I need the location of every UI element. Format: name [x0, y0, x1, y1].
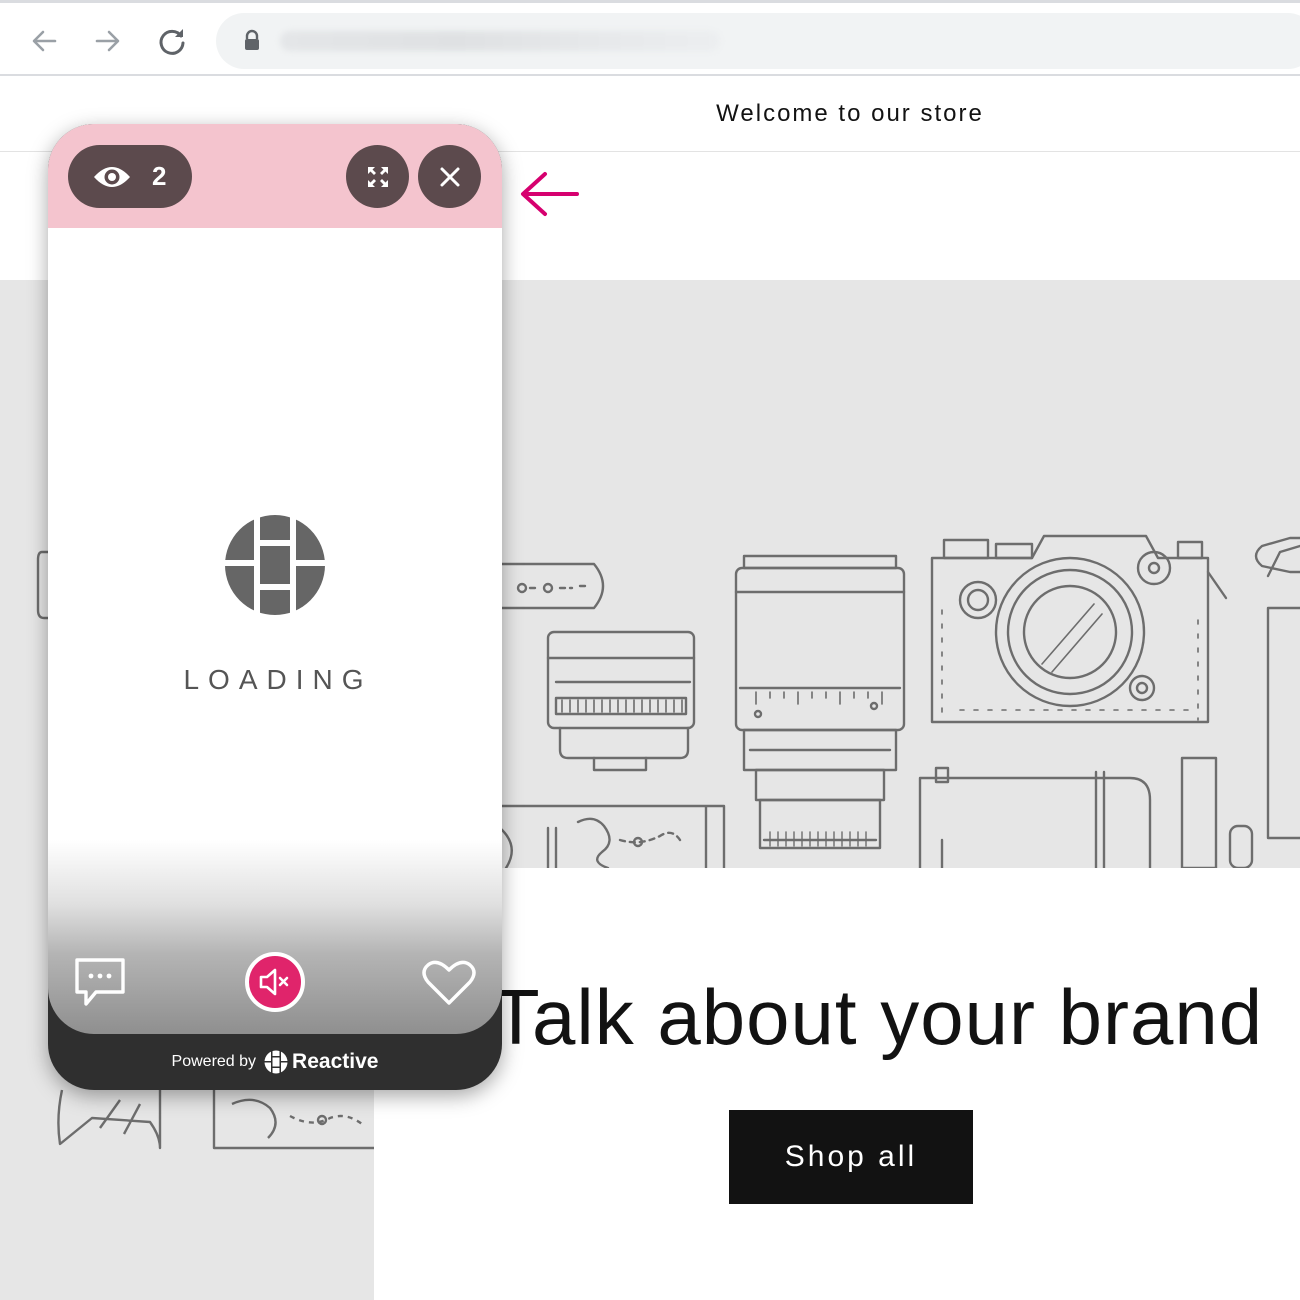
arrow-left-icon: [32, 30, 57, 52]
shop-all-button[interactable]: Shop all: [729, 1110, 973, 1204]
video-widget: 2 LOADING Powered by Reactive: [48, 124, 502, 1090]
viewer-count-badge: 2: [68, 145, 192, 208]
close-icon: [440, 167, 459, 186]
expand-icon: [367, 166, 388, 187]
forward-button[interactable]: [88, 21, 128, 61]
powered-by-label: Powered by: [171, 1053, 257, 1070]
reload-button[interactable]: [152, 21, 192, 61]
reactive-loader-icon: [225, 515, 325, 615]
address-bar[interactable]: [216, 13, 1300, 69]
browser-toolbar: [0, 0, 1300, 76]
lock-icon: [245, 29, 259, 50]
url-text: [280, 31, 720, 51]
reactive-logo-icon: [264, 1050, 288, 1074]
close-button[interactable]: [418, 145, 481, 208]
widget-header: 2: [48, 124, 502, 228]
loading-text: LOADING: [183, 664, 373, 695]
expand-button[interactable]: [346, 145, 409, 208]
heart-icon[interactable]: [422, 958, 476, 1008]
eye-icon: [94, 166, 130, 187]
mute-icon: [259, 968, 289, 996]
brand-heading: Talk about your brand: [492, 973, 1264, 1061]
reload-icon: [159, 29, 185, 55]
back-button[interactable]: [24, 21, 64, 61]
pointer-arrow-icon: [521, 172, 579, 216]
powered-by-footer[interactable]: Powered by Reactive: [48, 1034, 502, 1090]
chat-icon[interactable]: [72, 956, 128, 1010]
viewer-count: 2: [152, 161, 167, 191]
mute-button[interactable]: [245, 952, 305, 1012]
reactive-brand-name: Reactive: [292, 1050, 379, 1073]
video-player[interactable]: 2 LOADING: [48, 124, 502, 1034]
arrow-right-icon: [95, 30, 120, 52]
